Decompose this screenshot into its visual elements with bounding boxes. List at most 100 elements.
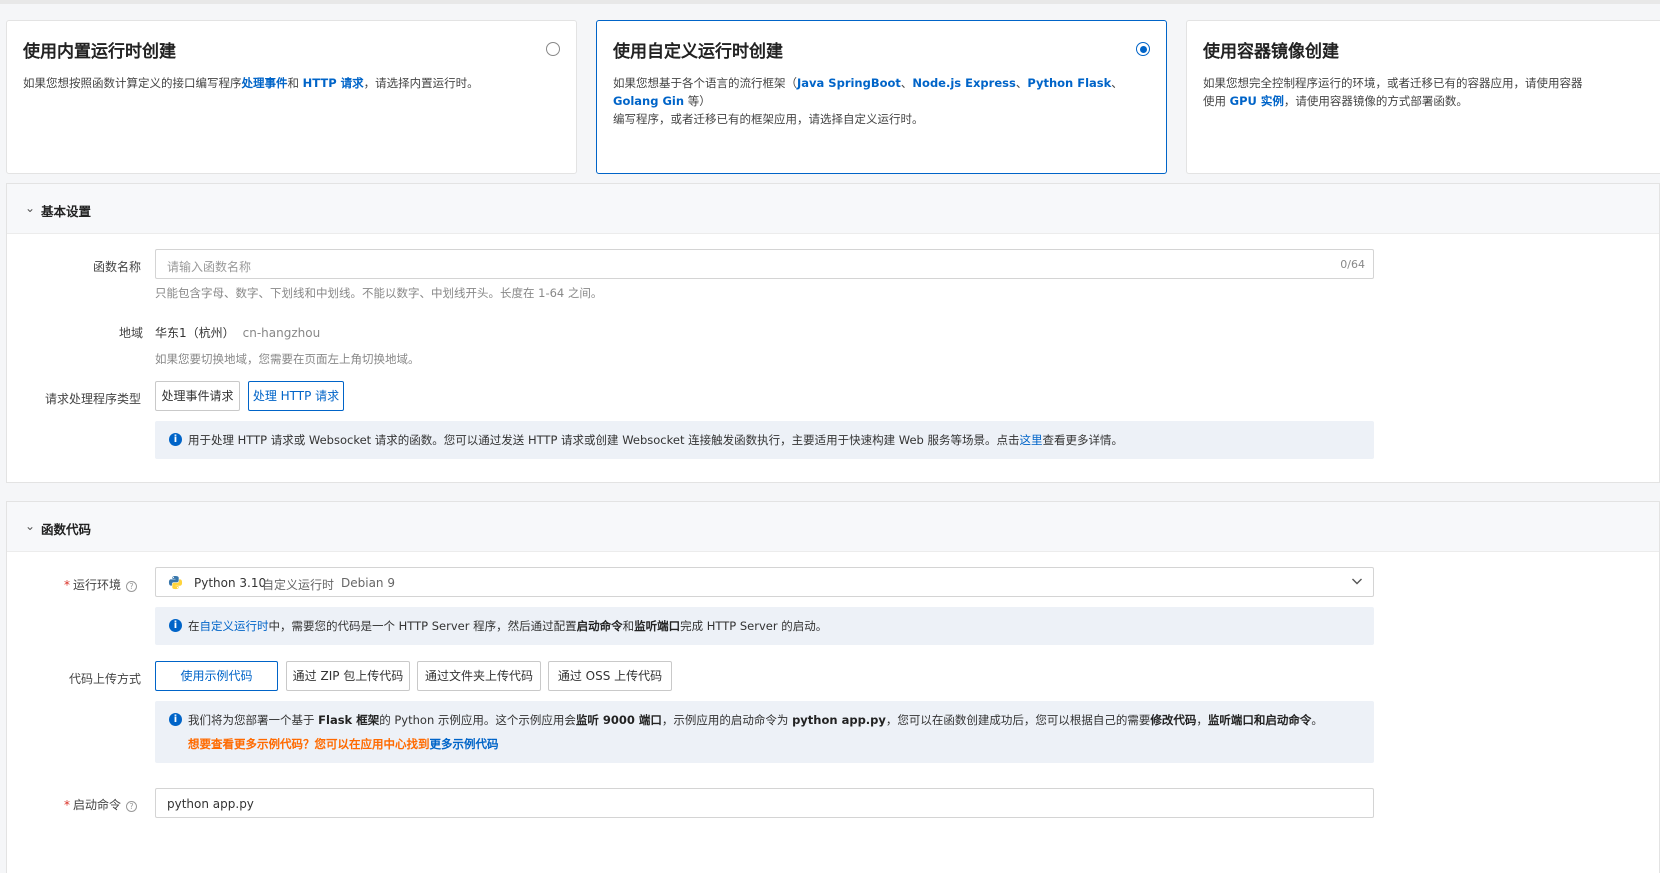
card-title: 使用自定义运行时创建: [613, 42, 783, 62]
python-icon: [168, 575, 183, 590]
notice-text: 我们将为您部署一个基于 Flask 框架的 Python 示例应用。这个示例应用…: [188, 712, 1323, 728]
function-name-hint: 只能包含字母、数字、下划线和中划线。不能以数字、中划线开头。长度在 1-64 之…: [155, 286, 603, 300]
runtime-os: Debian 9: [341, 576, 395, 590]
region-name: 华东1（杭州）: [155, 326, 235, 340]
info-icon: i: [169, 713, 182, 726]
notice-body: 用于处理 HTTP 请求或 Websocket 请求的函数。您可以通过发送 HT…: [188, 433, 1020, 447]
desc-text: 、: [900, 76, 913, 90]
handler-event-button[interactable]: 处理事件请求: [155, 381, 240, 411]
link-http-request[interactable]: HTTP 请求: [303, 76, 364, 90]
upload-oss-button[interactable]: 通过 OSS 上传代码: [548, 661, 672, 691]
sample-code-notice: i 我们将为您部署一个基于 Flask 框架的 Python 示例应用。这个示例…: [155, 701, 1374, 763]
help-icon[interactable]: ?: [126, 581, 137, 592]
start-command-input[interactable]: python app.py: [155, 788, 1374, 818]
card-title: 使用内置运行时创建: [23, 42, 176, 62]
desc-text: 编写程序，或者迁移已有的框架应用，请选择自定义运行时。: [613, 112, 924, 126]
card-container-image[interactable]: 使用容器镜像创建 如果您想完全控制程序运行的环境，或者迁移已有的容器应用，请使用…: [1186, 20, 1660, 174]
radio-custom-runtime[interactable]: [1136, 42, 1150, 56]
notice-body: ，: [1196, 713, 1208, 727]
required-mark: *: [63, 798, 70, 812]
desc-text: 、: [1111, 76, 1123, 90]
runtime-version: Python 3.10: [194, 576, 267, 590]
card-custom-runtime[interactable]: 使用自定义运行时创建 如果您想基于各个语言的流行框架（Java SpringBo…: [596, 20, 1167, 174]
more-samples-text: 想要查看更多示例代码？您可以在应用中心找到更多示例代码: [188, 736, 499, 752]
notice-bold: python app.py: [792, 713, 886, 727]
card-title: 使用容器镜像创建: [1203, 42, 1339, 62]
function-name-label: 函数名称: [92, 260, 141, 274]
notice-bold: Flask 框架: [318, 713, 380, 727]
upload-method-label: 代码上传方式: [68, 672, 141, 686]
desc-text: 等）: [684, 94, 711, 108]
upload-sample-code-button[interactable]: 使用示例代码: [155, 661, 278, 691]
function-name-input[interactable]: 请输入函数名称 0/64: [155, 249, 1374, 279]
help-icon[interactable]: ?: [126, 801, 137, 812]
framework-java-springboot[interactable]: Java SpringBoot: [797, 76, 901, 90]
notice-link-here[interactable]: 这里: [1020, 433, 1043, 447]
desc-text: ，请使用容器镜像的方式部署函数。: [1283, 94, 1468, 108]
card-description: 如果您想基于各个语言的流行框架（Java SpringBoot、Node.js …: [613, 74, 1150, 128]
info-icon: i: [169, 433, 182, 446]
info-icon: i: [169, 619, 182, 632]
notice-body: 完成 HTTP Server 的启动。: [680, 619, 828, 633]
notice-body: 在: [188, 619, 200, 633]
link-handle-event[interactable]: 处理事件: [242, 76, 288, 90]
notice-bold: 监听 9000 端口: [575, 713, 662, 727]
runtime-label: * 运行环境?: [0, 576, 137, 593]
notice-body: 的 Python 示例应用。这个示例应用会: [379, 713, 576, 727]
runtime-type: 自定义运行时: [262, 578, 335, 592]
notice-body: 我们将为您部署一个基于: [188, 713, 319, 727]
notice-bold: 启动命令: [576, 619, 623, 633]
label-text: 运行环境: [72, 578, 121, 592]
desc-text: 使用: [1203, 94, 1230, 108]
runtime-select[interactable]: Python 3.10 自定义运行时 Debian 9: [155, 567, 1374, 597]
link-gpu-instance[interactable]: GPU 实例: [1230, 94, 1284, 108]
card-description: 如果您想按照函数计算定义的接口编写程序处理事件和 HTTP 请求，请选择内置运行…: [23, 74, 560, 92]
chevron-down-icon[interactable]: ⌄: [25, 201, 35, 215]
notice-text: 用于处理 HTTP 请求或 Websocket 请求的函数。您可以通过发送 HT…: [188, 432, 1123, 448]
more-samples-prompt: 想要查看更多示例代码？您可以在应用中心找到: [188, 737, 430, 751]
upload-folder-button[interactable]: 通过文件夹上传代码: [417, 661, 541, 691]
desc-text: 如果您想基于各个语言的流行框架（: [613, 76, 797, 90]
basic-settings-header[interactable]: ⌄ 基本设置: [7, 184, 1659, 234]
handler-http-button[interactable]: 处理 HTTP 请求: [248, 381, 344, 411]
custom-runtime-link[interactable]: 自定义运行时: [200, 619, 269, 633]
handler-info-notice: i 用于处理 HTTP 请求或 Websocket 请求的函数。您可以通过发送 …: [155, 421, 1374, 459]
framework-golang-gin[interactable]: Golang Gin: [613, 94, 684, 108]
card-description: 如果您想完全控制程序运行的环境，或者迁移已有的容器应用，请使用容器 使用 GPU…: [1203, 74, 1650, 110]
char-counter: 0/64: [1340, 258, 1365, 271]
notice-text: 在自定义运行时中，需要您的代码是一个 HTTP Server 程序，然后通过配置…: [188, 618, 827, 634]
function-code-header[interactable]: ⌄ 函数代码: [7, 502, 1659, 552]
radio-builtin-runtime[interactable]: [546, 42, 560, 56]
function-code-panel: ⌄ 函数代码 * 运行环境? Python 3.10 自定义运行时 Debian …: [6, 501, 1660, 873]
desc-text: 如果您想完全控制程序运行的环境，或者迁移已有的容器应用，请使用容器: [1203, 76, 1583, 90]
creation-method-cards: 使用内置运行时创建 如果您想按照函数计算定义的接口编写程序处理事件和 HTTP …: [6, 20, 1660, 174]
chevron-down-icon[interactable]: [1351, 575, 1363, 587]
start-command-label: * 启动命令?: [0, 796, 137, 813]
notice-body: 和: [622, 619, 635, 633]
label-text: 启动命令: [72, 798, 121, 812]
region-code: cn-hangzhou: [242, 326, 321, 340]
framework-python-flask[interactable]: Python Flask: [1027, 76, 1111, 90]
chevron-down-icon[interactable]: ⌄: [25, 519, 35, 533]
more-samples-link[interactable]: 更多示例代码: [430, 737, 499, 751]
desc-text: 、: [1015, 76, 1028, 90]
framework-nodejs-express[interactable]: Node.js Express: [912, 76, 1015, 90]
region-label: 地域: [118, 326, 143, 340]
input-placeholder: 请输入函数名称: [167, 260, 252, 274]
desc-text: 和: [287, 76, 303, 90]
notice-bold: 监听端口和启动命令: [1207, 713, 1312, 727]
notice-body: 中，需要您的代码是一个 HTTP Server 程序，然后通过配置: [268, 619, 577, 633]
section-title: 函数代码: [41, 522, 92, 537]
desc-text: ，请选择内置运行时。: [363, 76, 479, 90]
handler-type-label: 请求处理程序类型: [44, 392, 141, 406]
card-builtin-runtime[interactable]: 使用内置运行时创建 如果您想按照函数计算定义的接口编写程序处理事件和 HTTP …: [6, 20, 577, 174]
upload-zip-button[interactable]: 通过 ZIP 包上传代码: [286, 661, 410, 691]
desc-text: 如果您想按照函数计算定义的接口编写程序: [23, 76, 242, 90]
top-border: [0, 0, 1660, 4]
notice-bold: 监听端口: [634, 619, 681, 633]
region-hint: 如果您要切换地域，您需要在页面左上角切换地域。: [155, 352, 420, 366]
region-value: 华东1（杭州） cn-hangzhou: [155, 324, 320, 341]
section-title: 基本设置: [41, 204, 92, 219]
required-mark: *: [63, 578, 70, 592]
runtime-info-notice: i 在自定义运行时中，需要您的代码是一个 HTTP Server 程序，然后通过…: [155, 607, 1374, 645]
